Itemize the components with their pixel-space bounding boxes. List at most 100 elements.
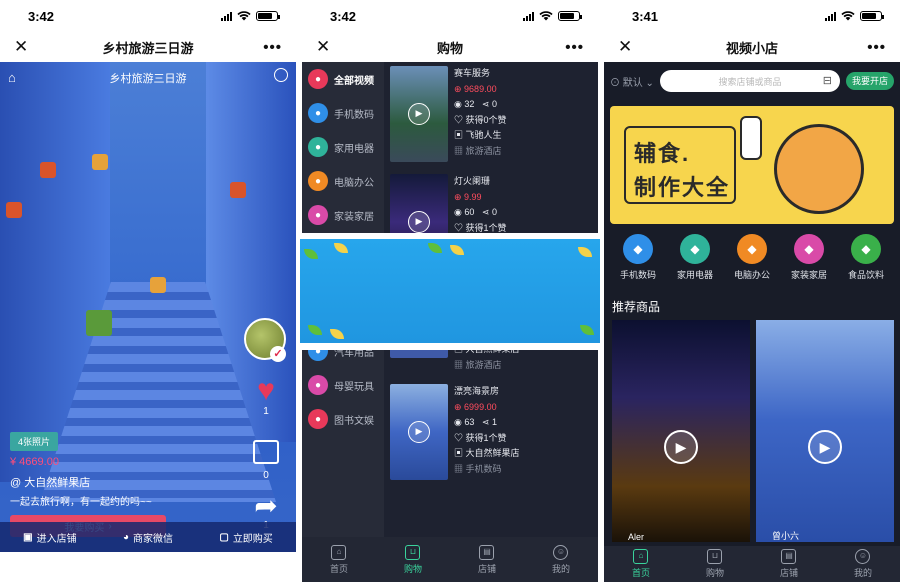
share-icon: ⋖ <box>481 207 492 217</box>
product-likes: ♡ 获得0个赞 <box>454 113 507 129</box>
product-list-item[interactable]: ▶ 赛车服务 ⊕ 9689.00 ◉ 32 ⋖ 0 ♡ 获得0个赞 ▣ 飞驰人生… <box>390 62 594 162</box>
sidebar-item-category[interactable]: ● 家装家居 <box>302 198 384 232</box>
heart-icon[interactable]: ♥ <box>244 376 288 406</box>
like-group[interactable]: ♥ 1 <box>244 376 288 418</box>
phone-icon: ◆ <box>623 234 653 264</box>
more-icon[interactable]: ••• <box>262 39 282 56</box>
play-icon[interactable]: ▶ <box>408 421 430 443</box>
close-icon[interactable]: ✕ <box>618 37 638 57</box>
tab-home[interactable]: ⌂ 首页 <box>632 549 650 579</box>
promo-banner[interactable]: 辅食. 制作大全 <box>610 106 894 224</box>
view-count: 63 <box>464 417 475 427</box>
phone-icon: ● <box>308 103 328 123</box>
page-title: 购物 <box>436 40 463 56</box>
more-icon[interactable]: ••• <box>866 39 886 56</box>
tab-shopping[interactable]: ⊔ 购物 <box>403 544 422 575</box>
category-item[interactable]: ◆ 家用电器 <box>667 234 723 281</box>
category-item[interactable]: ◆ 手机数码 <box>610 234 666 281</box>
status-time: 3:41 <box>632 8 659 24</box>
shop-name: 大自然鲜果店 <box>465 448 520 458</box>
flower-pot <box>150 277 166 293</box>
status-time: 3:42 <box>28 8 55 24</box>
eye-icon: ◉ <box>454 417 465 427</box>
leaf-decoration <box>308 325 322 335</box>
author-avatar-group[interactable]: ✓ <box>244 318 288 362</box>
battery-icon <box>860 11 884 21</box>
category-name: 旅游酒店 <box>465 359 502 370</box>
tab-store[interactable]: ▤ 店铺 <box>780 549 798 579</box>
scan-icon[interactable]: ⊟ <box>823 74 832 87</box>
category-label: 电脑办公 <box>733 270 770 280</box>
search-input[interactable]: 搜索店铺或商品 ⊟ <box>660 70 840 92</box>
product-stats: ◉ 63 ⋖ 1 <box>454 415 520 431</box>
flower-pot <box>230 182 246 198</box>
open-shop-button[interactable]: 我要开店 <box>845 72 894 90</box>
sidebar-item-label: 母婴玩具 <box>334 381 374 393</box>
tab-label: 购物 <box>403 563 422 574</box>
status-bar: 3:41 <box>604 0 900 32</box>
buy-now-button[interactable]: ▢ 立即购买 <box>219 530 272 545</box>
share-icon: ⋖ <box>481 99 492 109</box>
tab-label: 我的 <box>551 563 570 574</box>
video-card[interactable]: ▶ 曾小六 <box>756 320 894 542</box>
close-icon[interactable]: ✕ <box>14 37 34 57</box>
close-icon[interactable]: ✕ <box>316 37 336 57</box>
tab-bar: ⌂ 首页 ⊔ 购物 ▤ 店铺 ☺ 我的 <box>604 546 900 582</box>
sofa-icon: ● <box>308 205 328 225</box>
play-icon[interactable]: ▶ <box>664 430 698 464</box>
video-player[interactable]: ⌂ 乡村旅游三日游 ✓ ♥ 1 0 ➦ 1 4张照片 ¥ 4669.00 @ 大… <box>0 62 296 552</box>
product-list-item[interactable]: ▶ 漂亮海景房 ⊕ 6999.00 ◉ 63 ⋖ 1 ♡ 获得1个赞 ▣ 大自然… <box>390 380 594 480</box>
cart-group[interactable]: 0 <box>244 440 288 481</box>
tab-home[interactable]: ⌂ 首页 <box>330 544 348 575</box>
store-icon: ▣ <box>454 448 466 458</box>
avatar[interactable]: ✓ <box>244 318 286 362</box>
status-bar: 3:42 <box>0 0 296 32</box>
sidebar-item-category[interactable]: ● 手机数码 <box>302 96 384 130</box>
share-icon[interactable]: ➦ <box>244 492 288 520</box>
wechat-icon: ◕ <box>122 531 130 543</box>
sidebar-item-category[interactable]: ● 家用电器 <box>302 130 384 164</box>
tag-icon: ▦ <box>454 463 466 474</box>
store-icon: ▣ <box>23 531 33 543</box>
status-time: 3:42 <box>330 8 357 24</box>
tab-shopping[interactable]: ⊔ 购物 <box>706 549 724 579</box>
category-item[interactable]: ◆ 家装家居 <box>781 234 837 281</box>
product-shop[interactable]: ▣ 飞驰人生 <box>454 128 507 144</box>
product-shop[interactable]: ▣ 大自然鲜果店 <box>454 446 520 462</box>
view-count: 32 <box>464 99 475 109</box>
product-thumbnail[interactable]: ▶ <box>390 384 448 480</box>
page-title: 乡村旅游三日游 <box>102 40 194 56</box>
play-icon[interactable]: ▶ <box>408 211 430 233</box>
like-text: 获得1个赞 <box>465 222 507 233</box>
location-selector[interactable]: ⊙ 默认 ⌄ <box>610 74 654 89</box>
bag-icon: ▢ <box>219 531 229 543</box>
category-item[interactable]: ◆ 电脑办公 <box>724 234 780 281</box>
user-icon[interactable] <box>274 68 288 82</box>
video-card[interactable]: ▶ Aler <box>612 320 750 542</box>
shop-name[interactable]: @ 大自然鲜果店 <box>10 474 90 490</box>
play-icon[interactable]: ▶ <box>808 430 842 464</box>
play-icon[interactable]: ▶ <box>408 103 430 125</box>
flower-pot <box>6 202 22 218</box>
shopping-bag-icon[interactable] <box>253 440 279 464</box>
photo-count-badge[interactable]: 4张照片 <box>10 432 59 451</box>
sidebar-item-category[interactable]: ● 全部视频 <box>302 62 384 96</box>
category-item[interactable]: ◆ 食品饮料 <box>838 234 894 281</box>
category-name: 手机数码 <box>465 463 502 474</box>
sidebar-item-category[interactable]: ● 母婴玩具 <box>302 368 384 402</box>
more-icon[interactable]: ••• <box>564 39 584 56</box>
home-icon: ⌂ <box>633 549 649 564</box>
sidebar-item-category[interactable]: ● 图书文娱 <box>302 402 384 436</box>
tab-profile[interactable]: ☺ 我的 <box>551 544 570 575</box>
merchant-wechat-button[interactable]: ◕ 商家微信 <box>123 530 173 545</box>
enter-shop-button[interactable]: ▣ 进入店铺 <box>23 530 76 545</box>
tab-store[interactable]: ▤ 店铺 <box>478 544 496 575</box>
product-stats: ◉ 32 ⋖ 0 <box>454 97 507 113</box>
video-author: 曾小六 <box>772 531 800 541</box>
overlay-banner <box>298 233 604 350</box>
product-thumbnail[interactable]: ▶ <box>390 66 448 162</box>
tab-profile[interactable]: ☺ 我的 <box>854 549 872 579</box>
sidebar-item-category[interactable]: ● 电脑办公 <box>302 164 384 198</box>
eye-icon: ◉ <box>454 207 465 217</box>
follow-check-icon[interactable]: ✓ <box>270 346 286 362</box>
